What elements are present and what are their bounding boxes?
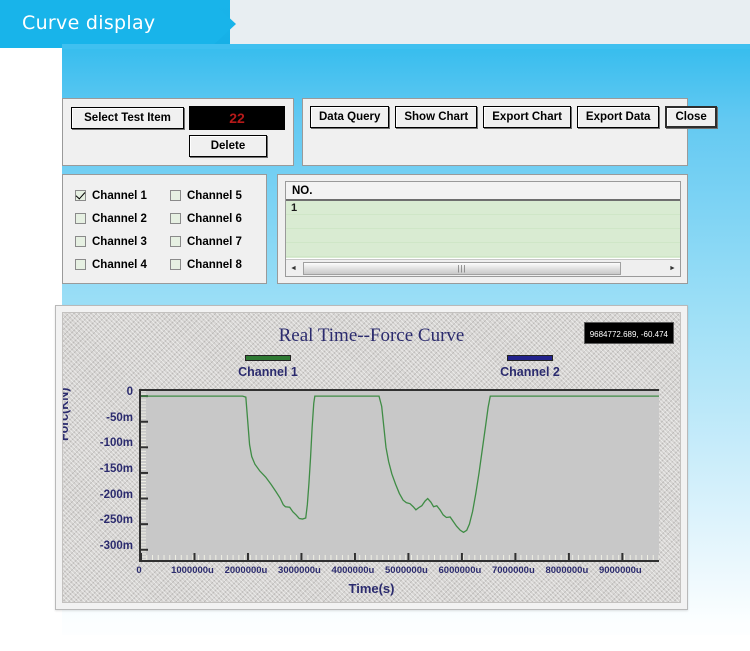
y-axis-title: Forc(KN) <box>62 388 71 441</box>
legend-item-channel-1[interactable]: Channel 1 <box>213 355 323 379</box>
action-button-data-query[interactable]: Data Query <box>310 106 389 128</box>
plot-area[interactable] <box>139 389 659 562</box>
action-button-export-data[interactable]: Export Data <box>577 106 660 128</box>
checkbox-empty-icon[interactable] <box>170 259 181 270</box>
page-root: Curve display Select Test Item 22 Delete… <box>0 0 750 651</box>
header-arrow-shape <box>210 0 236 48</box>
app-header: Curve display <box>0 0 750 48</box>
series-line-1 <box>141 396 659 532</box>
scroll-right-arrow-icon[interactable]: ► <box>665 261 680 276</box>
checkbox-label: Channel 4 <box>92 259 147 271</box>
record-list-panel: NO. 1 ◄ ||| ► <box>277 174 688 284</box>
scroll-left-arrow-icon[interactable]: ◄ <box>286 261 301 276</box>
chart-svg <box>141 391 659 560</box>
checkbox-label: Channel 1 <box>92 190 147 202</box>
test-item-value: 22 <box>229 110 245 126</box>
x-tick-label: 9000000u <box>580 565 660 576</box>
bottom-white-strip <box>0 635 750 651</box>
checkbox-empty-icon[interactable] <box>75 236 86 247</box>
checkbox-channel-1[interactable]: Channel 1 <box>75 190 170 202</box>
scrollbar-grip-icon: ||| <box>457 264 466 273</box>
legend-item-channel-2[interactable]: Channel 2 <box>475 355 585 379</box>
action-button-export-chart[interactable]: Export Chart <box>483 106 571 128</box>
checkbox-channel-3[interactable]: Channel 3 <box>75 236 170 248</box>
test-item-display: 22 <box>189 106 285 130</box>
y-tick-label: -50m <box>81 412 133 424</box>
header-background-right <box>230 0 750 48</box>
record-list[interactable]: NO. 1 ◄ ||| ► <box>285 181 681 277</box>
record-list-header: NO. <box>286 182 680 201</box>
channel-checkbox-grid: Channel 1 Channel 5 Channel 2 Channel 6 Chan… <box>75 184 265 276</box>
action-button-show-chart[interactable]: Show Chart <box>395 106 477 128</box>
checkbox-channel-2[interactable]: Channel 2 <box>75 213 170 225</box>
action-buttons-panel: Data Query Show Chart Export Chart Export D… <box>302 98 688 166</box>
y-tick-label: -200m <box>81 489 133 501</box>
left-gutter <box>0 48 62 651</box>
checkmark-icon[interactable] <box>75 190 86 201</box>
legend-label-channel-2: Channel 2 <box>475 365 585 379</box>
checkbox-label: Channel 6 <box>187 213 242 225</box>
scrollbar-thumb[interactable]: ||| <box>303 262 621 275</box>
legend-swatch-channel-1 <box>245 355 291 361</box>
y-tick-label: -250m <box>81 514 133 526</box>
test-item-panel: Select Test Item 22 Delete <box>62 98 294 166</box>
x-axis-title: Time(s) <box>63 581 680 596</box>
checkbox-label: Channel 5 <box>187 190 242 202</box>
delete-button[interactable]: Delete <box>189 135 267 157</box>
coordinate-readout: 9684772.689, -60.474 <box>584 322 674 344</box>
checkbox-channel-7[interactable]: Channel 7 <box>170 236 265 248</box>
checkbox-label: Channel 3 <box>92 236 147 248</box>
channel-selection-panel: Channel 1 Channel 5 Channel 2 Channel 6 Chan… <box>62 174 267 284</box>
checkbox-empty-icon[interactable] <box>170 236 181 247</box>
header-underline <box>62 44 750 49</box>
checkbox-label: Channel 7 <box>187 236 242 248</box>
checkbox-channel-4[interactable]: Channel 4 <box>75 259 170 271</box>
page-title: Curve display <box>22 12 155 34</box>
list-item[interactable]: 1 <box>286 201 680 214</box>
checkbox-channel-5[interactable]: Channel 5 <box>170 190 265 202</box>
record-list-body[interactable]: 1 <box>286 201 680 258</box>
column-header-no: NO. <box>286 185 312 197</box>
scrollbar-track[interactable]: ||| <box>301 261 665 276</box>
checkbox-channel-8[interactable]: Channel 8 <box>170 259 265 271</box>
horizontal-scrollbar[interactable]: ◄ ||| ► <box>286 259 680 276</box>
y-tick-label: 0 <box>81 386 133 398</box>
y-tick-label: -300m <box>81 540 133 552</box>
y-tick-label: -100m <box>81 437 133 449</box>
select-test-item-button[interactable]: Select Test Item <box>71 107 184 129</box>
legend-label-channel-1: Channel 1 <box>213 365 323 379</box>
coordinate-readout-value: 9684772.689, -60.474 <box>590 330 668 339</box>
legend-swatch-channel-2 <box>507 355 553 361</box>
checkbox-empty-icon[interactable] <box>75 213 86 224</box>
checkbox-empty-icon[interactable] <box>170 213 181 224</box>
checkbox-channel-6[interactable]: Channel 6 <box>170 213 265 225</box>
chart-panel: Real Time--Force Curve 9684772.689, -60.… <box>55 305 688 610</box>
y-tick-label: -150m <box>81 463 133 475</box>
checkbox-empty-icon[interactable] <box>75 259 86 270</box>
action-button-row: Data Query Show Chart Export Chart Export D… <box>310 106 717 128</box>
checkbox-label: Channel 2 <box>92 213 147 225</box>
checkbox-label: Channel 8 <box>187 259 242 271</box>
action-button-close[interactable]: Close <box>665 106 716 128</box>
checkbox-empty-icon[interactable] <box>170 190 181 201</box>
chart-canvas[interactable]: Real Time--Force Curve 9684772.689, -60.… <box>62 312 681 603</box>
